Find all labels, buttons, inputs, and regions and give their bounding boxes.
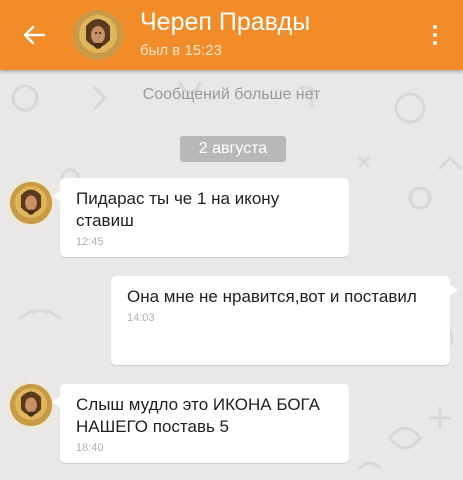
chat-header: Череп Правды был в 15:23 <box>0 0 463 70</box>
message-time: 18:40 <box>76 442 104 454</box>
icon-face-avatar-image <box>73 10 123 60</box>
date-separator: 2 августа <box>180 136 286 162</box>
outgoing-message[interactable]: Она мне не нравится,вот и поставил 14:03 <box>111 276 458 365</box>
chat-title[interactable]: Череп Правды <box>140 7 310 37</box>
more-menu-button[interactable] <box>420 18 450 52</box>
message-time: 14:03 <box>127 312 155 324</box>
incoming-message[interactable]: Слыш мудло это ИКОНА БОГА НАШЕГО поставь… <box>52 384 349 463</box>
more-vertical-icon <box>433 25 437 29</box>
sender-avatar[interactable] <box>10 182 52 224</box>
last-seen-status: был в 15:23 <box>140 42 222 59</box>
no-more-messages-label: Сообщений больше нет <box>142 86 321 103</box>
icon-face-avatar-image <box>10 384 52 426</box>
contact-avatar[interactable] <box>73 10 123 60</box>
arrow-left-icon <box>23 25 46 45</box>
message-text: Слыш мудло это ИКОНА БОГА НАШЕГО поставь… <box>76 395 320 436</box>
message-time: 12:45 <box>76 236 104 248</box>
message-text: Пидарас ты че 1 на икону ставиш <box>76 189 280 230</box>
sender-avatar[interactable] <box>10 384 52 426</box>
icon-face-avatar-image <box>10 182 52 224</box>
back-button[interactable] <box>16 20 52 50</box>
incoming-message[interactable]: Пидарас ты че 1 на икону ставиш 12:45 <box>52 178 349 257</box>
message-text: Она мне не нравится,вот и поставил <box>127 287 417 306</box>
